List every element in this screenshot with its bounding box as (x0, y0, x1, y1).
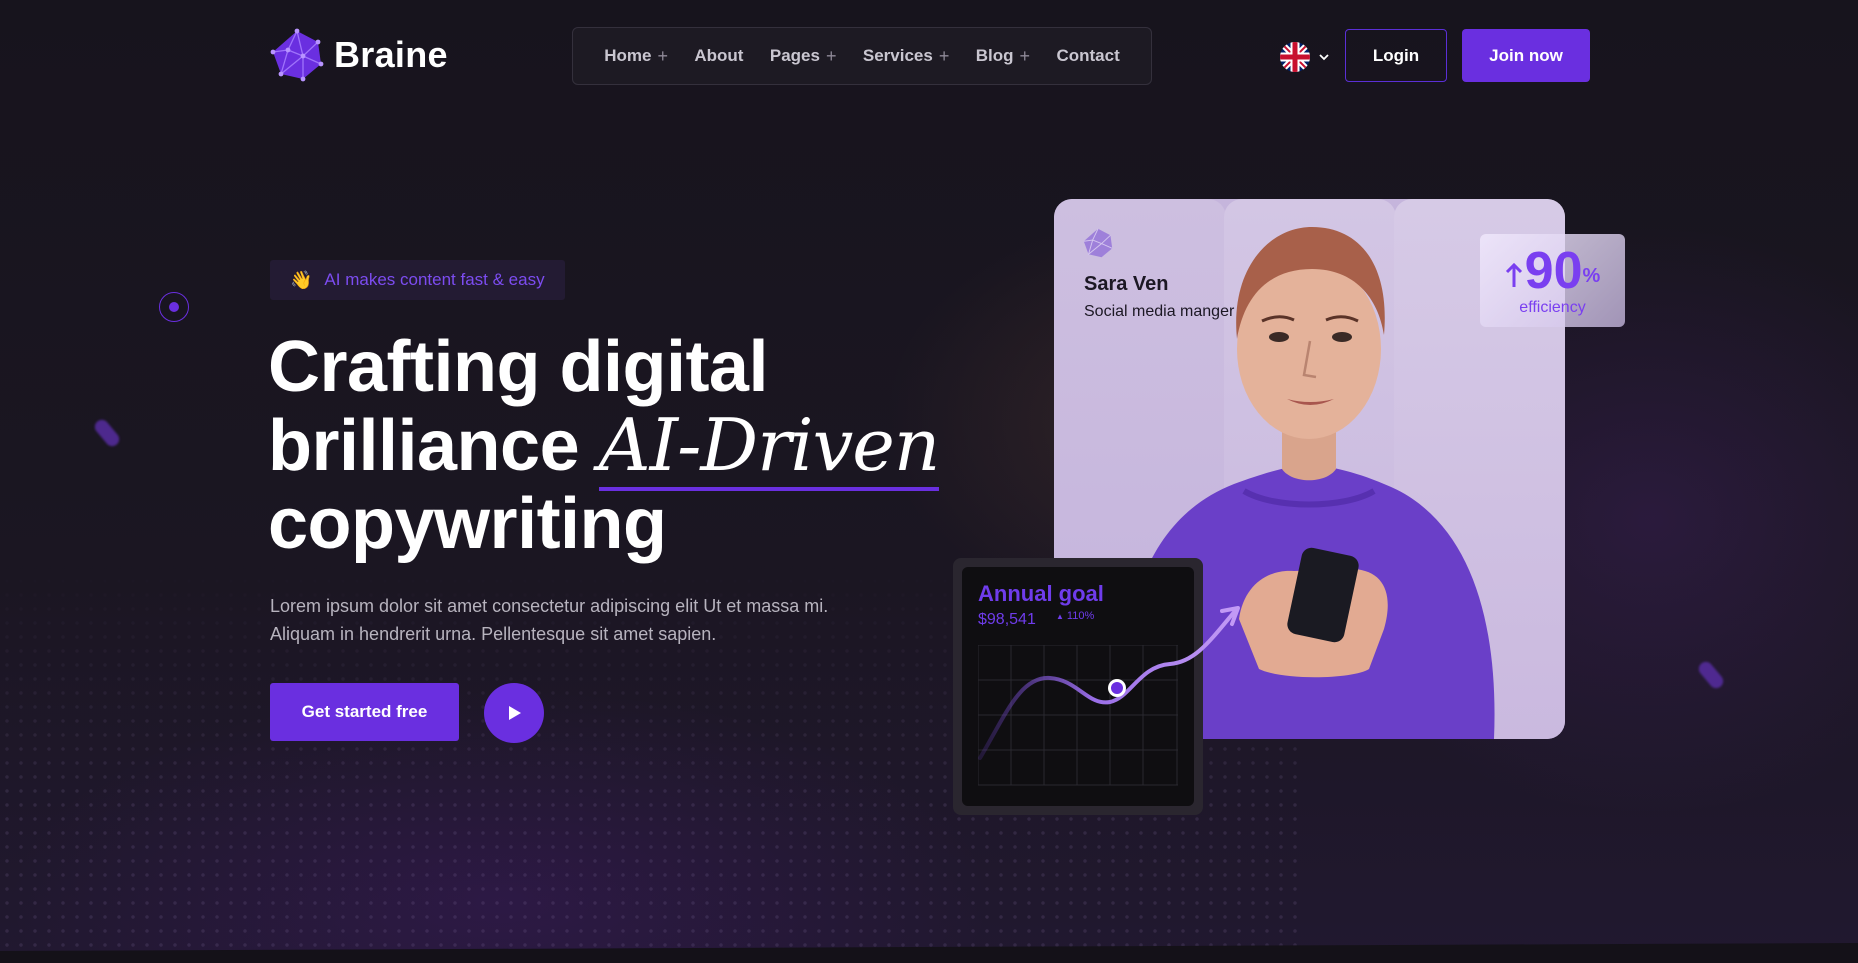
person-name: Sara Ven (1084, 273, 1169, 295)
nav-item-label: Home (604, 46, 652, 65)
nav-item-blog[interactable]: Blog + (976, 46, 1030, 67)
play-icon (509, 706, 521, 720)
nav-item-contact[interactable]: Contact (1056, 46, 1119, 66)
efficiency-label: efficiency (1519, 298, 1586, 316)
plus-icon: + (938, 45, 950, 66)
uk-flag-icon (1280, 42, 1310, 72)
plus-icon: + (825, 45, 837, 66)
main-nav: Home + About Pages + Services + Blog + C… (572, 27, 1152, 85)
nav-item-label: Services (862, 46, 933, 65)
hero-title: Crafting digital brilliance AI-Driven co… (268, 328, 988, 563)
hero-title-line1: Crafting digital (268, 327, 768, 407)
efficiency-badge: 90 % efficiency (1480, 234, 1625, 327)
hero-title-line3: copywriting (268, 484, 667, 564)
nav-item-pages[interactable]: Pages + (770, 46, 837, 67)
decorative-ring (159, 292, 189, 322)
hero-description-line2: Aliquam in hendrerit urna. Pellentesque … (270, 624, 717, 644)
nav-item-label: Blog (975, 46, 1014, 65)
person-role: Social media manger (1084, 303, 1235, 320)
chevron-down-icon (1319, 54, 1329, 61)
hero-description: Lorem ipsum dolor sit amet consectetur a… (270, 592, 870, 648)
nav-item-about[interactable]: About (694, 46, 743, 66)
nav-item-services[interactable]: Services + (863, 46, 949, 67)
waving-hand-icon: 👋 (290, 269, 313, 290)
arrow-up-icon (1505, 262, 1522, 287)
goal-trend-line (978, 606, 1240, 760)
logo[interactable]: Braine (270, 28, 448, 82)
brand-name: Braine (334, 34, 448, 75)
login-button[interactable]: Login (1345, 29, 1447, 82)
nav-item-label: Contact (1056, 46, 1120, 65)
nav-item-label: Pages (769, 46, 820, 65)
hero-badge: 👋 AI makes content fast & easy (270, 260, 565, 300)
logo-icon (270, 28, 324, 82)
play-video-button[interactable] (484, 683, 544, 743)
language-selector[interactable] (1280, 42, 1330, 72)
nav-item-home[interactable]: Home + (604, 46, 668, 67)
plus-icon: + (657, 45, 668, 66)
hero-description-line1: Lorem ipsum dolor sit amet consectetur a… (270, 596, 829, 616)
efficiency-unit: % (1582, 264, 1601, 287)
get-started-button[interactable]: Get started free (270, 683, 459, 741)
plus-icon: + (1019, 45, 1031, 66)
nav-item-label: About (694, 46, 744, 65)
join-now-button[interactable]: Join now (1462, 29, 1590, 82)
hero-title-line2: brilliance (268, 406, 599, 486)
efficiency-value: 90 (1524, 241, 1583, 300)
small-logo-icon (1083, 228, 1113, 258)
hero-title-accent: AI-Driven (598, 403, 940, 491)
badge-text: AI makes content fast & easy (324, 270, 545, 289)
